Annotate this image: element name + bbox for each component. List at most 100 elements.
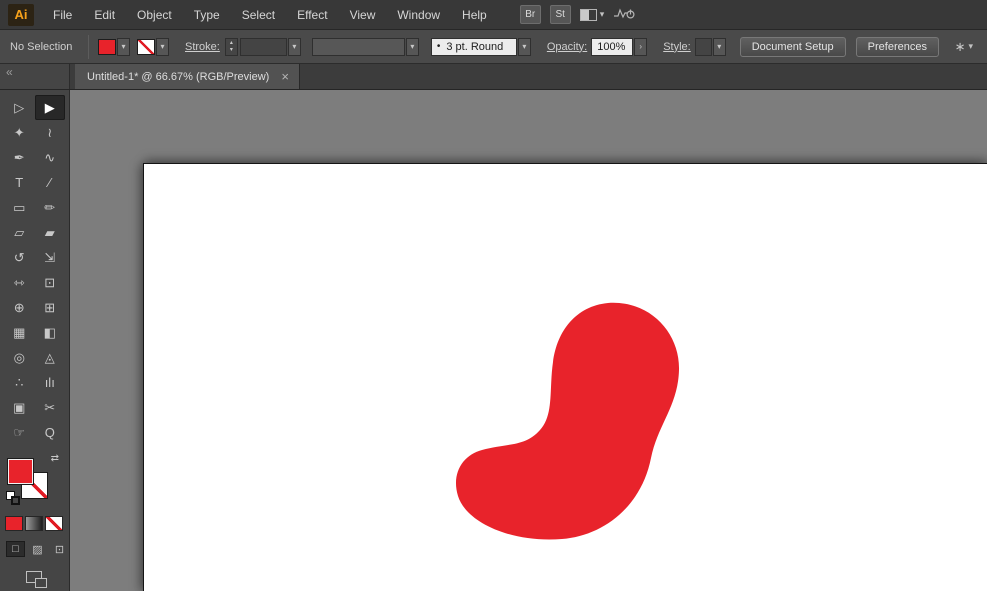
draw-normal-mode[interactable]: □ [6, 541, 25, 557]
opacity-flyout-button[interactable]: › [634, 38, 647, 56]
canvas-pasteboard[interactable] [70, 90, 987, 591]
divider [88, 35, 89, 59]
chevron-down-icon: ▾ [410, 42, 414, 51]
stock-button[interactable]: St [550, 5, 571, 24]
draw-inside-mode[interactable]: ⊡ [50, 541, 69, 557]
selection-tool[interactable]: ▶ [35, 95, 66, 120]
draw-behind-mode[interactable]: ▨ [28, 541, 47, 557]
rectangle-tool[interactable]: ▭ [4, 195, 35, 220]
chevron-right-icon: › [639, 42, 642, 51]
select-similar-icon: ∗ [955, 39, 966, 55]
document-setup-button[interactable]: Document Setup [740, 37, 846, 57]
tab-strip: « Untitled-1* @ 66.67% (RGB/Preview) × [0, 64, 987, 90]
stroke-weight-field[interactable] [240, 38, 287, 56]
color-mode-button[interactable] [5, 516, 23, 531]
line-segment-tool[interactable]: ∕ [35, 170, 66, 195]
hand-tool[interactable]: ☞ [4, 420, 35, 445]
shaper-tool[interactable]: ▱ [4, 220, 35, 245]
menu-effect[interactable]: Effect [286, 0, 338, 30]
chevron-down-icon: ▾ [292, 42, 296, 51]
preferences-button[interactable]: Preferences [856, 37, 939, 57]
eraser-tool[interactable]: ▰ [35, 220, 66, 245]
default-colors-icon-front [11, 496, 20, 505]
stroke-weight-stepper[interactable]: ▴ ▾ [225, 38, 238, 56]
menu-edit[interactable]: Edit [83, 0, 126, 30]
width-tool[interactable]: ⇿ [4, 270, 35, 295]
chevron-down-icon: ▾ [968, 41, 973, 52]
document-tab-title: Untitled-1* @ 66.67% (RGB/Preview) [87, 71, 269, 83]
free-transform-tool[interactable]: ⊡ [35, 270, 66, 295]
menu-file[interactable]: File [42, 0, 83, 30]
document-tab[interactable]: Untitled-1* @ 66.67% (RGB/Preview) × [75, 64, 300, 89]
menu-object[interactable]: Object [126, 0, 183, 30]
chevron-down-icon: ▾ [717, 42, 721, 51]
curvature-tool[interactable]: ∿ [35, 145, 66, 170]
stroke-panel-link[interactable]: Stroke: [185, 41, 220, 53]
tools-panel: ▷▶✦≀✒∿T∕▭✏▱▰↺⇲⇿⊡⊕⊞▦◧◎◬∴ılı▣✂☞Q ⇄ □▨⊡ [0, 90, 70, 591]
arrange-documents-icon [580, 9, 597, 21]
color-proxy: ⇄ [4, 451, 65, 507]
chevron-down-icon: ▾ [121, 42, 125, 51]
menu-help[interactable]: Help [451, 0, 498, 30]
brush-definition-field[interactable] [312, 38, 405, 56]
stroke-color-swatch[interactable] [137, 39, 155, 55]
tools-grid: ▷▶✦≀✒∿T∕▭✏▱▰↺⇲⇿⊡⊕⊞▦◧◎◬∴ılı▣✂☞Q [0, 90, 69, 445]
gradient-tool[interactable]: ◧ [35, 320, 66, 345]
menu-bar-right: Br St ▾ [520, 5, 636, 24]
stroke-color-dropdown[interactable]: ▾ [156, 38, 169, 56]
magic-wand-tool[interactable]: ✦ [4, 120, 35, 145]
brush-definition-dropdown[interactable]: ▾ [406, 38, 419, 56]
shape-builder-tool[interactable]: ⊕ [4, 295, 35, 320]
width-profile-dropdown[interactable]: ▾ [518, 38, 531, 56]
bridge-button[interactable]: Br [520, 5, 541, 24]
blend-tool[interactable]: ◬ [35, 345, 66, 370]
canvas-art-layer [70, 90, 987, 591]
tab-close-icon[interactable]: × [281, 69, 289, 84]
eyedropper-tool[interactable]: ◎ [4, 345, 35, 370]
column-graph-tool[interactable]: ılı [35, 370, 66, 395]
menu-bar: Ai FileEditObjectTypeSelectEffectViewWin… [0, 0, 987, 30]
select-similar-button[interactable]: ∗ ▾ [955, 39, 973, 55]
mesh-tool[interactable]: ▦ [4, 320, 35, 345]
drawn-bean-shape[interactable] [456, 303, 679, 540]
fill-color-swatch[interactable] [98, 39, 116, 55]
stepper-down-icon: ▾ [230, 47, 233, 54]
arrange-documents-button[interactable]: ▾ [580, 9, 605, 21]
gpu-performance-icon[interactable] [613, 5, 635, 24]
toolbar-collapse-button[interactable]: « [0, 64, 70, 89]
fill-proxy-swatch[interactable] [7, 458, 34, 485]
paint-mode-buttons [5, 516, 69, 531]
opacity-field[interactable]: 100% [591, 38, 633, 56]
paintbrush-tool[interactable]: ✏ [35, 195, 66, 220]
none-mode-button[interactable] [45, 516, 63, 531]
slice-tool[interactable]: ✂ [35, 395, 66, 420]
type-tool[interactable]: T [4, 170, 35, 195]
zoom-tool[interactable]: Q [35, 420, 66, 445]
width-profile-value: 3 pt. Round [446, 41, 503, 53]
menu-select[interactable]: Select [231, 0, 286, 30]
width-profile-field[interactable]: • 3 pt. Round [431, 38, 517, 56]
symbol-sprayer-tool[interactable]: ∴ [4, 370, 35, 395]
style-panel-link[interactable]: Style: [663, 41, 691, 53]
menu-view[interactable]: View [339, 0, 387, 30]
swap-fill-stroke-icon[interactable]: ⇄ [51, 453, 59, 464]
scale-tool[interactable]: ⇲ [35, 245, 66, 270]
menu-window[interactable]: Window [386, 0, 451, 30]
screen-mode-button[interactable] [26, 571, 42, 583]
collapse-icon: « [6, 65, 13, 79]
menu-items: FileEditObjectTypeSelectEffectViewWindow… [42, 0, 498, 30]
rotate-tool[interactable]: ↺ [4, 245, 35, 270]
gradient-mode-button[interactable] [25, 516, 43, 531]
direct-selection-tool[interactable]: ▷ [4, 95, 35, 120]
menu-type[interactable]: Type [183, 0, 231, 30]
perspective-grid-tool[interactable]: ⊞ [35, 295, 66, 320]
stroke-weight-dropdown[interactable]: ▾ [288, 38, 301, 56]
style-dropdown[interactable]: ▾ [713, 38, 726, 56]
pen-tool[interactable]: ✒ [4, 145, 35, 170]
app-logo: Ai [8, 4, 34, 26]
opacity-panel-link[interactable]: Opacity: [547, 41, 587, 53]
lasso-tool[interactable]: ≀ [35, 120, 66, 145]
style-field[interactable] [695, 38, 712, 56]
fill-color-dropdown[interactable]: ▾ [117, 38, 130, 56]
artboard-tool[interactable]: ▣ [4, 395, 35, 420]
